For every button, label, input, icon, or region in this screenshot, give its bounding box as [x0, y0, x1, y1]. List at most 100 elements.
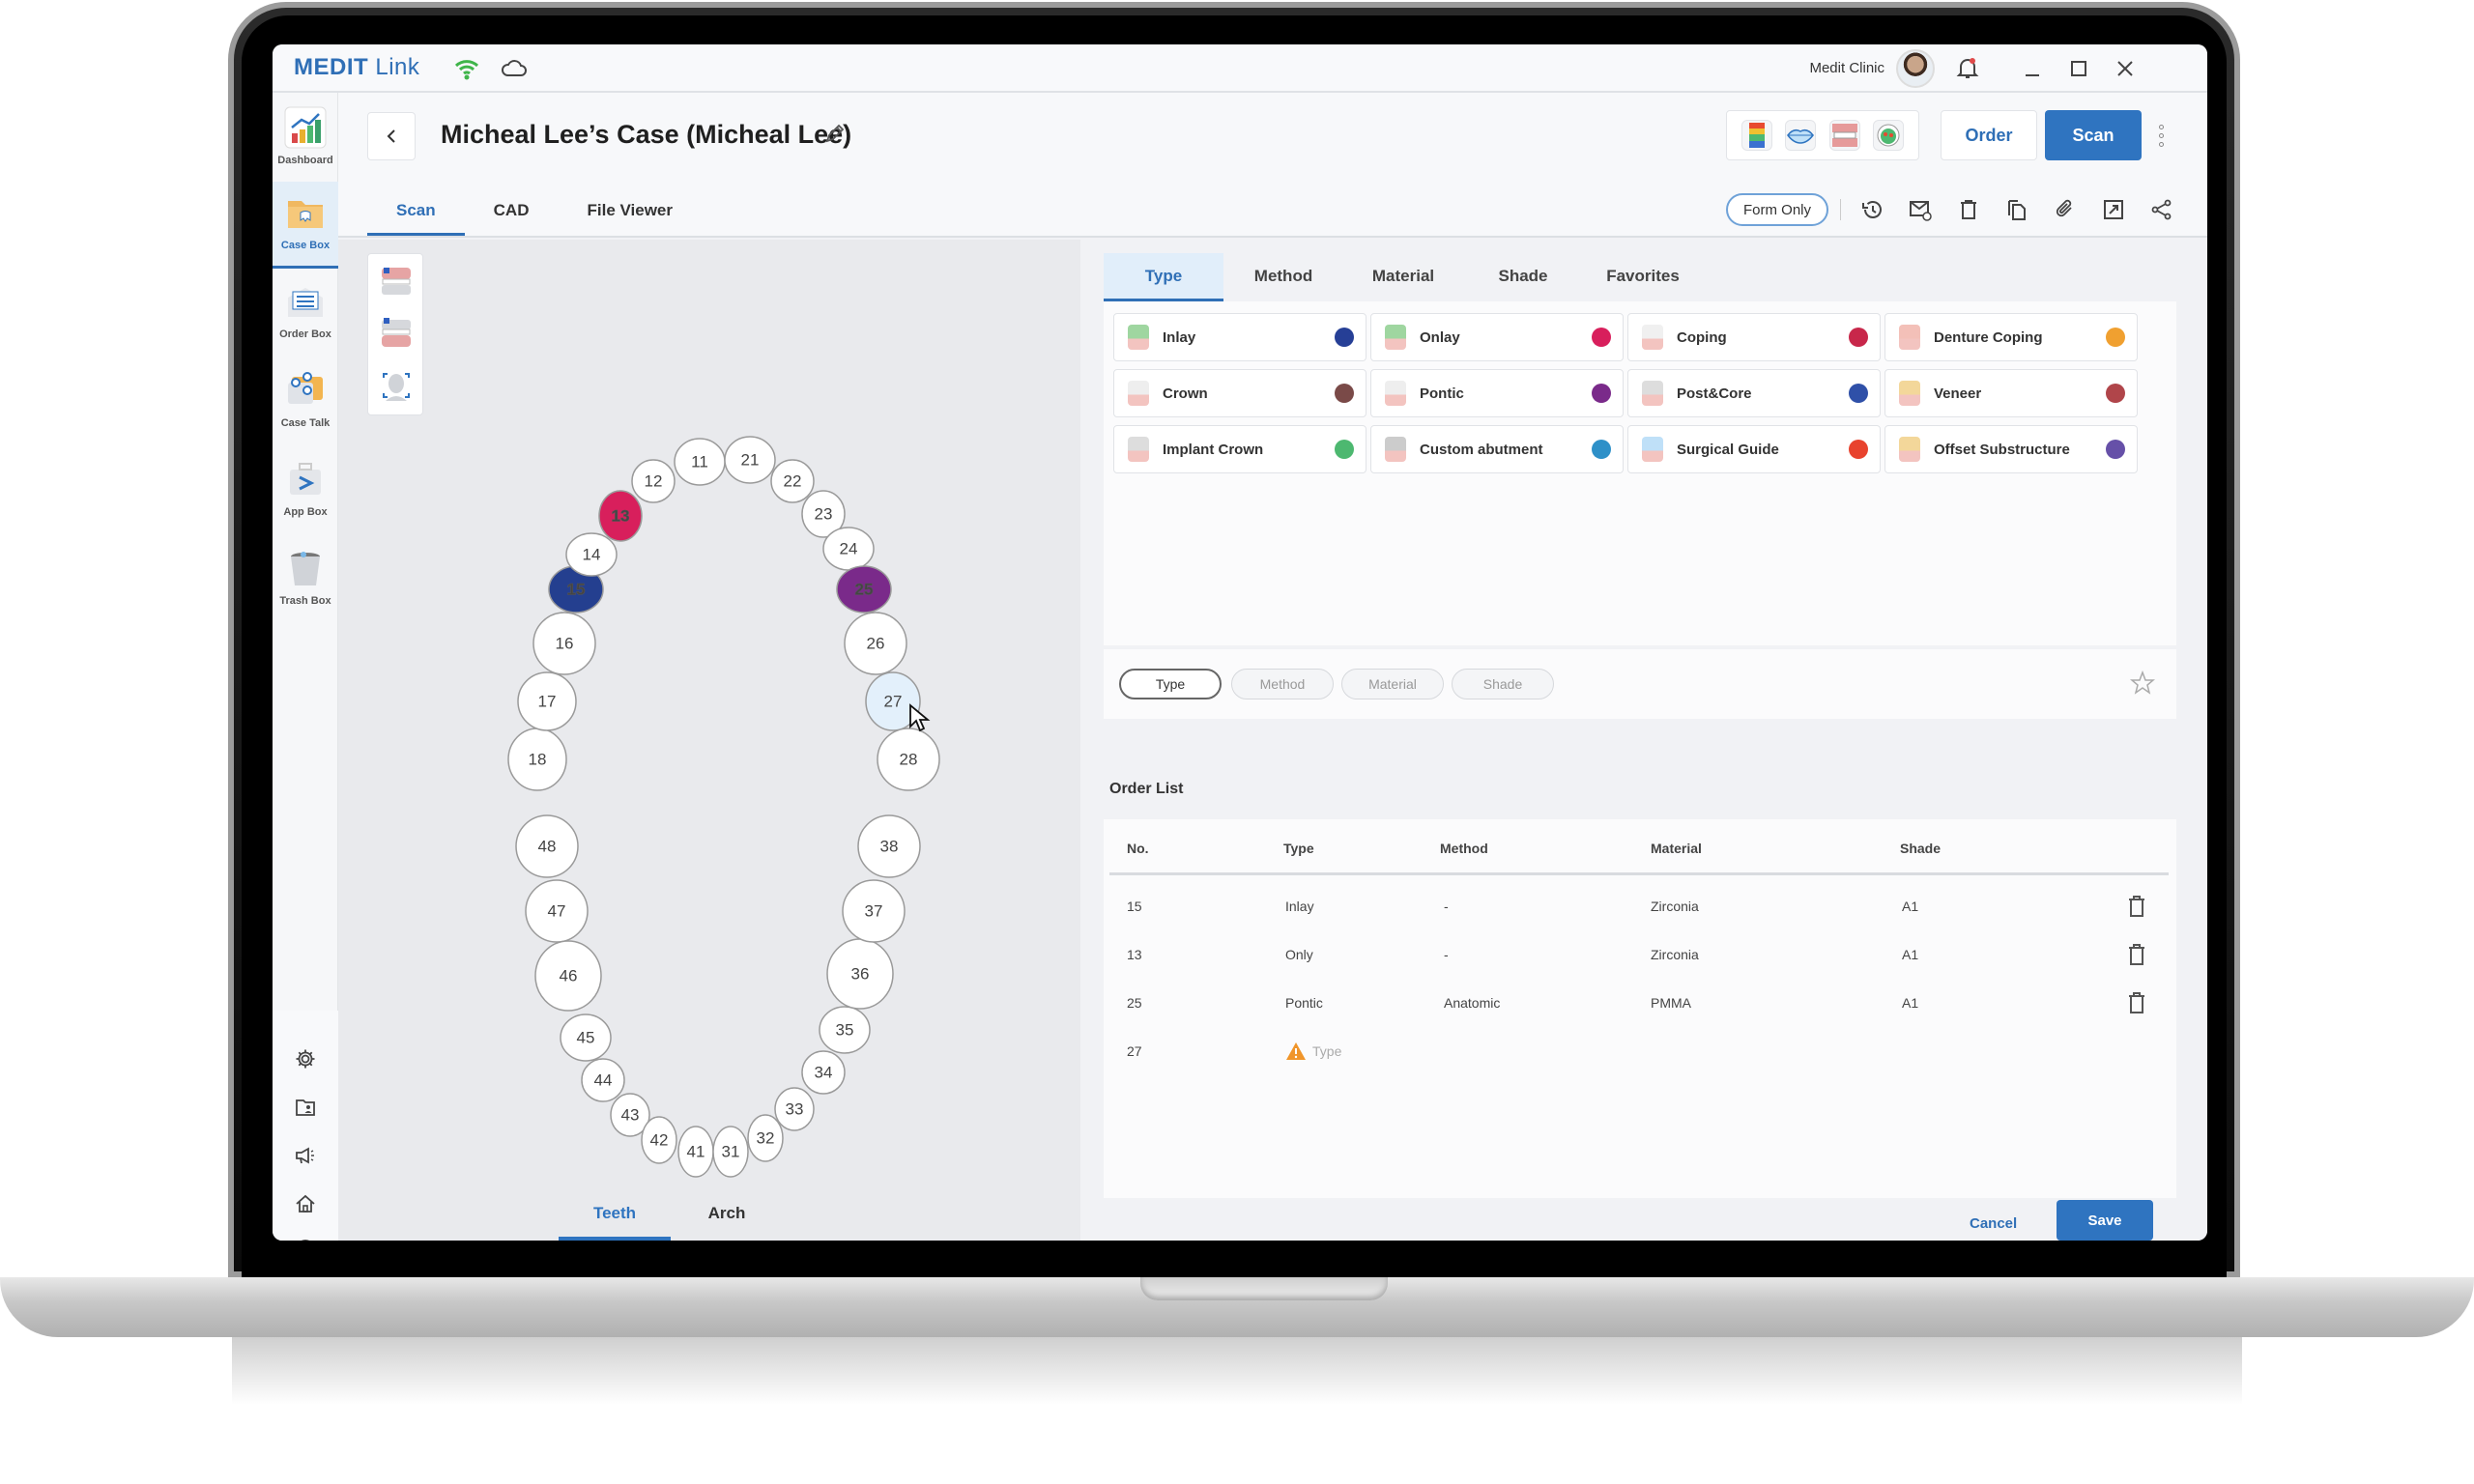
- announcements-button[interactable]: [273, 1136, 338, 1175]
- tooth-18[interactable]: 18: [507, 728, 567, 791]
- tab-arch[interactable]: Arch: [671, 1177, 783, 1241]
- settings-button[interactable]: [273, 1040, 338, 1078]
- type-option-offset-substructure[interactable]: Offset Substructure: [1884, 425, 2138, 473]
- form-only-button[interactable]: Form Only: [1726, 193, 1828, 226]
- trash-icon[interactable]: [2126, 895, 2147, 918]
- cancel-button[interactable]: Cancel: [1970, 1215, 2017, 1232]
- cloud-icon[interactable]: [501, 57, 528, 80]
- tooth-24[interactable]: 24: [822, 527, 875, 571]
- tooth-21[interactable]: 21: [724, 436, 776, 484]
- type-option-crown[interactable]: Crown: [1113, 369, 1366, 417]
- favorite-star-icon[interactable]: [2130, 671, 2155, 696]
- maximize-icon[interactable]: [2064, 54, 2093, 83]
- tab-favorites[interactable]: Favorites: [1583, 253, 1703, 301]
- cell-type-placeholder[interactable]: Type: [1312, 1043, 1341, 1059]
- bell-icon[interactable]: [1956, 56, 1979, 81]
- occlusion-button[interactable]: [1828, 120, 1860, 151]
- type-option-inlay[interactable]: Inlay: [1113, 313, 1366, 361]
- save-button[interactable]: Save: [2057, 1200, 2153, 1241]
- info-button[interactable]: [273, 1233, 338, 1241]
- tooth-36[interactable]: 36: [826, 938, 894, 1010]
- tab-material[interactable]: Material: [1343, 253, 1463, 301]
- type-option-post-core[interactable]: Post&Core: [1627, 369, 1881, 417]
- edit-title-icon[interactable]: [823, 122, 847, 145]
- tooth-44[interactable]: 44: [581, 1058, 625, 1102]
- chip-method[interactable]: Method: [1231, 669, 1334, 699]
- user-avatar[interactable]: [1896, 49, 1935, 88]
- tooth-34[interactable]: 34: [801, 1050, 846, 1095]
- tooth-42[interactable]: 42: [641, 1116, 677, 1164]
- table-row[interactable]: 25 Pontic Anatomic PMMA A1: [1109, 980, 2169, 1028]
- tab-method[interactable]: Method: [1223, 253, 1343, 301]
- clinic-name[interactable]: Medit Clinic: [1809, 60, 1884, 76]
- tooth-16[interactable]: 16: [532, 612, 596, 675]
- table-row[interactable]: 13 Only - Zirconia A1: [1109, 931, 2169, 980]
- tooth-11[interactable]: 11: [674, 438, 726, 486]
- sidebar-item-dashboard[interactable]: Dashboard: [273, 97, 338, 184]
- sidebar-item-order-box[interactable]: Order Box: [273, 271, 338, 357]
- minimize-icon[interactable]: [2018, 54, 2047, 83]
- tooth-25[interactable]: 25: [836, 565, 892, 614]
- mouth-scan-button[interactable]: [1873, 120, 1905, 151]
- sidebar-item-case-box[interactable]: Case Box: [273, 182, 338, 269]
- tab-scan[interactable]: Scan: [367, 191, 465, 236]
- tooth-color-map-button[interactable]: [1740, 120, 1772, 151]
- trash-icon[interactable]: [2126, 943, 2147, 966]
- tooth-41[interactable]: 41: [677, 1126, 714, 1178]
- tooth-12[interactable]: 12: [631, 459, 676, 503]
- tooth-46[interactable]: 46: [534, 940, 602, 1012]
- chip-material[interactable]: Material: [1341, 669, 1444, 699]
- table-row[interactable]: 27 Type: [1109, 1028, 2169, 1076]
- history-button[interactable]: [1857, 195, 1886, 224]
- tooth-22[interactable]: 22: [770, 459, 815, 503]
- sidebar-item-trash-box[interactable]: Trash Box: [273, 537, 338, 624]
- export-button[interactable]: [2099, 195, 2128, 224]
- tooth-37[interactable]: 37: [842, 879, 906, 943]
- type-option-pontic[interactable]: Pontic: [1370, 369, 1624, 417]
- sidebar-item-case-talk[interactable]: Case Talk: [273, 359, 338, 446]
- tooth-31[interactable]: 31: [712, 1126, 749, 1178]
- more-options-icon[interactable]: [2151, 116, 2171, 155]
- tooth-47[interactable]: 47: [525, 879, 589, 943]
- mail-inquiry-button[interactable]: [1906, 195, 1935, 224]
- attach-button[interactable]: [2051, 195, 2080, 224]
- chip-type[interactable]: Type: [1119, 669, 1222, 699]
- close-icon[interactable]: [2111, 54, 2140, 83]
- tooth-48[interactable]: 48: [515, 814, 579, 878]
- home-button[interactable]: [273, 1184, 338, 1223]
- type-option-coping[interactable]: Coping: [1627, 313, 1881, 361]
- tooth-28[interactable]: 28: [877, 728, 940, 791]
- type-option-surgical-guide[interactable]: Surgical Guide: [1627, 425, 1881, 473]
- lips-button[interactable]: [1785, 120, 1817, 151]
- patient-folder-button[interactable]: [273, 1088, 338, 1127]
- tooth-45[interactable]: 45: [560, 1013, 612, 1062]
- tooth-14[interactable]: 14: [565, 532, 618, 577]
- back-button[interactable]: [367, 112, 416, 160]
- scan-button[interactable]: Scan: [2045, 110, 2142, 160]
- delete-case-button[interactable]: [1954, 195, 1983, 224]
- type-option-denture-coping[interactable]: Denture Coping: [1884, 313, 2138, 361]
- tooth-13[interactable]: 13: [598, 490, 643, 542]
- share-button[interactable]: [2147, 195, 2176, 224]
- copy-case-button[interactable]: [2002, 195, 2031, 224]
- tab-teeth[interactable]: Teeth: [559, 1177, 671, 1241]
- trash-icon[interactable]: [2126, 991, 2147, 1014]
- table-row[interactable]: 15 Inlay - Zirconia A1: [1109, 883, 2169, 931]
- order-button[interactable]: Order: [1941, 110, 2037, 160]
- tooth-38[interactable]: 38: [857, 814, 921, 878]
- tab-file-viewer[interactable]: File Viewer: [558, 191, 702, 236]
- tooth-35[interactable]: 35: [819, 1006, 871, 1054]
- type-option-onlay[interactable]: Onlay: [1370, 313, 1624, 361]
- tab-cad[interactable]: CAD: [465, 191, 559, 236]
- type-option-custom-abutment[interactable]: Custom abutment: [1370, 425, 1624, 473]
- type-option-veneer[interactable]: Veneer: [1884, 369, 2138, 417]
- tab-shade[interactable]: Shade: [1463, 253, 1583, 301]
- tooth-26[interactable]: 26: [844, 612, 907, 675]
- tooth-17[interactable]: 17: [517, 671, 577, 731]
- tooth-32[interactable]: 32: [747, 1114, 784, 1162]
- type-option-implant-crown[interactable]: Implant Crown: [1113, 425, 1366, 473]
- chip-shade[interactable]: Shade: [1452, 669, 1554, 699]
- tab-type[interactable]: Type: [1104, 253, 1223, 301]
- sidebar-item-app-box[interactable]: App Box: [273, 448, 338, 535]
- tooth-33[interactable]: 33: [774, 1087, 815, 1131]
